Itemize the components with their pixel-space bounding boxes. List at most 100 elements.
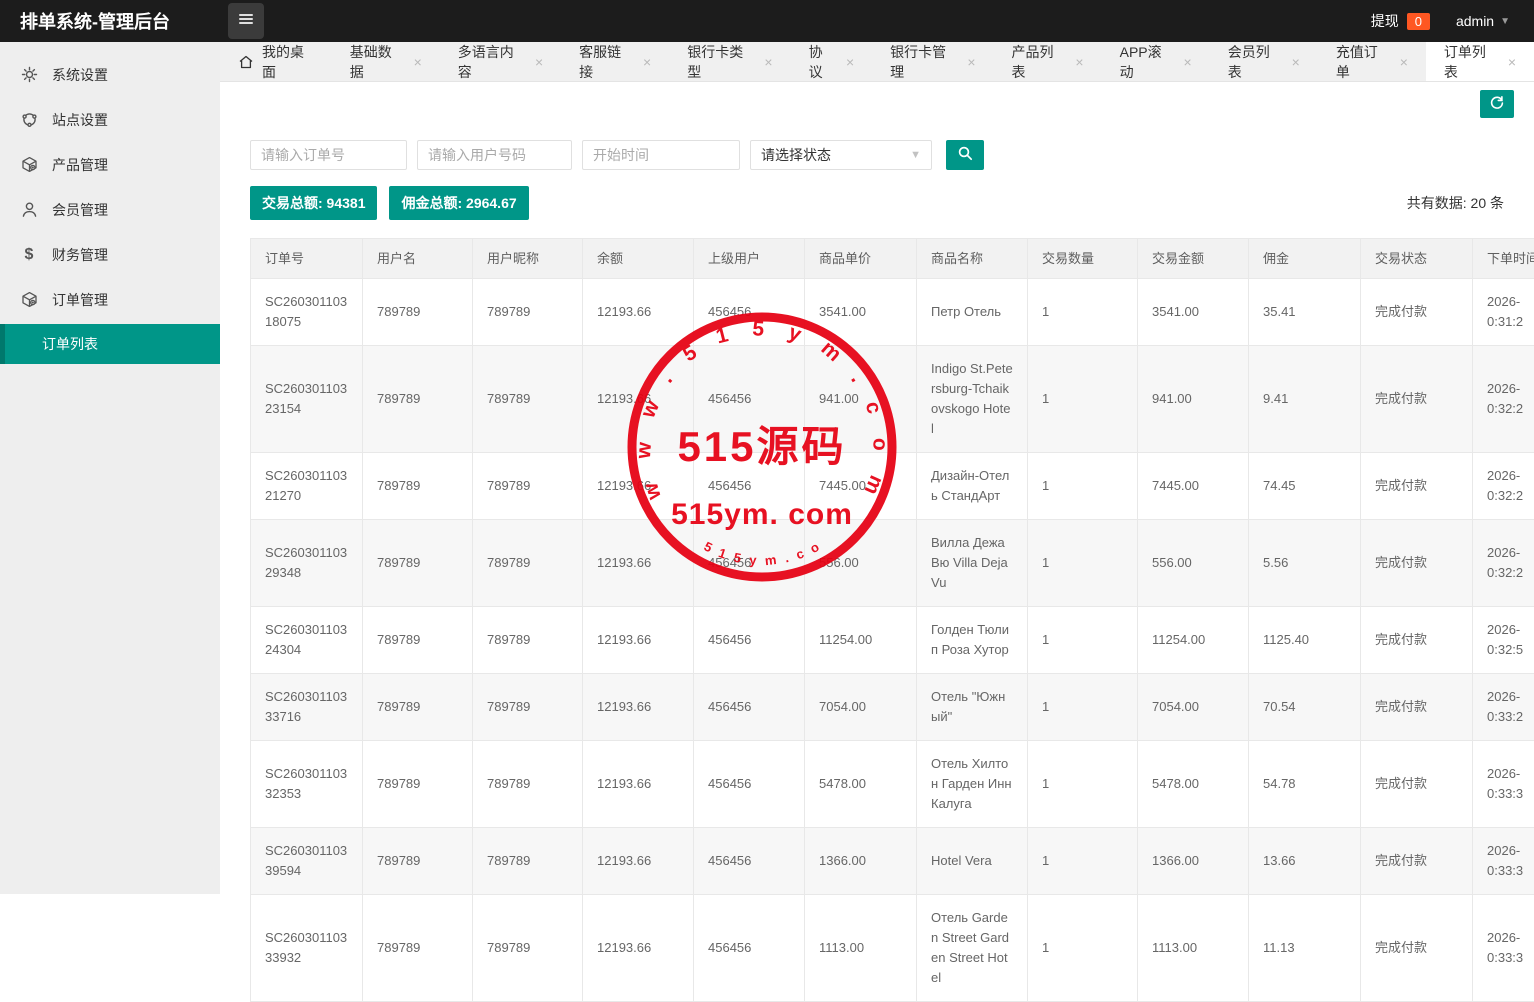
cell-nickname: 789789 <box>473 895 583 1002</box>
cube-icon <box>20 156 38 174</box>
withdraw-button[interactable]: 提现 0 <box>1371 11 1430 31</box>
cell-status: 完成付款 <box>1361 346 1473 453</box>
close-icon[interactable]: × <box>1292 54 1300 70</box>
tab-4[interactable]: 银行卡类型 × <box>669 42 790 81</box>
cell-product_name: Отель "Южный" <box>917 674 1028 741</box>
close-icon[interactable]: × <box>764 54 772 70</box>
chevron-left-icon <box>188 69 200 81</box>
cell-quantity: 1 <box>1028 607 1138 674</box>
sidebar-item[interactable]: 站点设置 <box>0 101 220 138</box>
search-button[interactable] <box>946 140 984 170</box>
tab-5[interactable]: 协议 × <box>791 42 873 81</box>
close-icon[interactable]: × <box>414 54 422 70</box>
cell-unit_price: 556.00 <box>805 520 917 607</box>
sidebar-subitem-label: 订单列表 <box>42 334 98 354</box>
cell-balance: 12193.66 <box>583 520 694 607</box>
tab-1[interactable]: 基础数据 × <box>332 42 440 81</box>
cell-commission: 5.56 <box>1249 520 1361 607</box>
refresh-icon <box>1489 95 1505 114</box>
cell-order-date: 2026- 0:33:3 <box>1473 895 1534 1002</box>
close-icon[interactable]: × <box>1400 54 1408 70</box>
cell-username: 789789 <box>363 520 473 607</box>
cell-username: 789789 <box>363 674 473 741</box>
cell-amount: 7445.00 <box>1138 453 1249 520</box>
cell-parent_user: 456456 <box>694 520 805 607</box>
cell-username: 789789 <box>363 895 473 1002</box>
tab-6[interactable]: 银行卡管理 × <box>872 42 993 81</box>
column-header: 订单号 <box>251 239 363 279</box>
order-number-input[interactable] <box>250 140 407 170</box>
cell-order_no: SC26030110324304 <box>251 607 363 674</box>
cell-balance: 12193.66 <box>583 895 694 1002</box>
cell-parent_user: 456456 <box>694 895 805 1002</box>
status-select[interactable]: 请选择状态 ▼ <box>750 140 932 170</box>
menu-icon <box>237 10 255 33</box>
column-header: 佣金 <box>1249 239 1361 279</box>
tab-9[interactable]: 会员列表 × <box>1210 42 1318 81</box>
column-header: 交易状态 <box>1361 239 1473 279</box>
user-number-input[interactable] <box>417 140 572 170</box>
cell-nickname: 789789 <box>473 520 583 607</box>
orders-table-container: 订单号用户名用户昵称余额上级用户商品单价商品名称交易数量交易金额佣金交易状态下单… <box>250 238 1534 1002</box>
sidebar-item[interactable]: 会员管理 <box>0 191 220 228</box>
cell-order-date: 2026- 0:33:3 <box>1473 828 1534 895</box>
trade-total-badge: 交易总额: 94381 <box>250 186 377 220</box>
cell-unit_price: 3541.00 <box>805 279 917 346</box>
close-icon[interactable]: × <box>643 54 651 70</box>
search-icon <box>957 145 974 165</box>
cell-commission: 1125.40 <box>1249 607 1361 674</box>
cell-nickname: 789789 <box>473 674 583 741</box>
cell-product_name: Вилла Дежа Вю Villa Deja Vu <box>917 520 1028 607</box>
sidebar-item[interactable]: 系统设置 <box>0 56 220 93</box>
cell-amount: 3541.00 <box>1138 279 1249 346</box>
cell-parent_user: 456456 <box>694 741 805 828</box>
cell-quantity: 1 <box>1028 453 1138 520</box>
close-icon[interactable]: × <box>1508 54 1516 70</box>
cell-order-date: 2026- 0:33:2 <box>1473 674 1534 741</box>
table-row: SC2603011031807578978978978912193.664564… <box>251 279 1534 346</box>
start-time-input[interactable] <box>582 140 740 170</box>
table-row: SC2603011033959478978978978912193.664564… <box>251 828 1534 895</box>
withdraw-label: 提现 <box>1371 11 1399 31</box>
tab-10[interactable]: 充值订单 × <box>1318 42 1426 81</box>
cell-order_no: SC26030110339594 <box>251 828 363 895</box>
cube-icon <box>20 291 38 309</box>
tab-label: 会员列表 <box>1228 42 1280 82</box>
tab-0[interactable]: 我的桌面 <box>220 42 332 81</box>
tab-8[interactable]: APP滚动 × <box>1102 42 1210 81</box>
cell-parent_user: 456456 <box>694 828 805 895</box>
cell-balance: 12193.66 <box>583 346 694 453</box>
cell-parent_user: 456456 <box>694 607 805 674</box>
withdraw-count-badge: 0 <box>1407 13 1430 30</box>
cell-order-date: 2026- 0:32:2 <box>1473 453 1534 520</box>
close-icon[interactable]: × <box>1075 54 1083 70</box>
cell-status: 完成付款 <box>1361 279 1473 346</box>
close-icon[interactable]: × <box>1184 54 1192 70</box>
orders-table: 订单号用户名用户昵称余额上级用户商品单价商品名称交易数量交易金额佣金交易状态下单… <box>250 238 1534 1002</box>
cell-nickname: 789789 <box>473 279 583 346</box>
sidebar-item[interactable]: 产品管理 <box>0 146 220 183</box>
cell-commission: 74.45 <box>1249 453 1361 520</box>
sidebar-subitem-order-list[interactable]: 订单列表 <box>0 324 220 364</box>
close-icon[interactable]: × <box>846 54 854 70</box>
close-icon[interactable]: × <box>967 54 975 70</box>
tab-2[interactable]: 多语言内容 × <box>440 42 561 81</box>
tab-7[interactable]: 产品列表 × <box>994 42 1102 81</box>
cell-status: 完成付款 <box>1361 828 1473 895</box>
cell-product_name: Дизайн-Отель СтандАрт <box>917 453 1028 520</box>
close-icon[interactable]: × <box>535 54 543 70</box>
sidebar-toggle-button[interactable] <box>228 3 264 39</box>
tab-3[interactable]: 客服链接 × <box>561 42 669 81</box>
tab-11[interactable]: 订单列表 × <box>1426 42 1534 81</box>
cell-status: 完成付款 <box>1361 520 1473 607</box>
cell-quantity: 1 <box>1028 828 1138 895</box>
column-header: 用户名 <box>363 239 473 279</box>
sidebar-item[interactable]: 订单管理 <box>0 281 220 318</box>
cell-status: 完成付款 <box>1361 674 1473 741</box>
sidebar-item[interactable]: $ 财务管理 <box>0 236 220 273</box>
cell-amount: 941.00 <box>1138 346 1249 453</box>
admin-user-menu[interactable]: admin ▼ <box>1456 13 1510 29</box>
cell-product_name: Отель Garden Street Garden Street Hotel <box>917 895 1028 1002</box>
cell-nickname: 789789 <box>473 346 583 453</box>
refresh-button[interactable] <box>1480 90 1514 118</box>
